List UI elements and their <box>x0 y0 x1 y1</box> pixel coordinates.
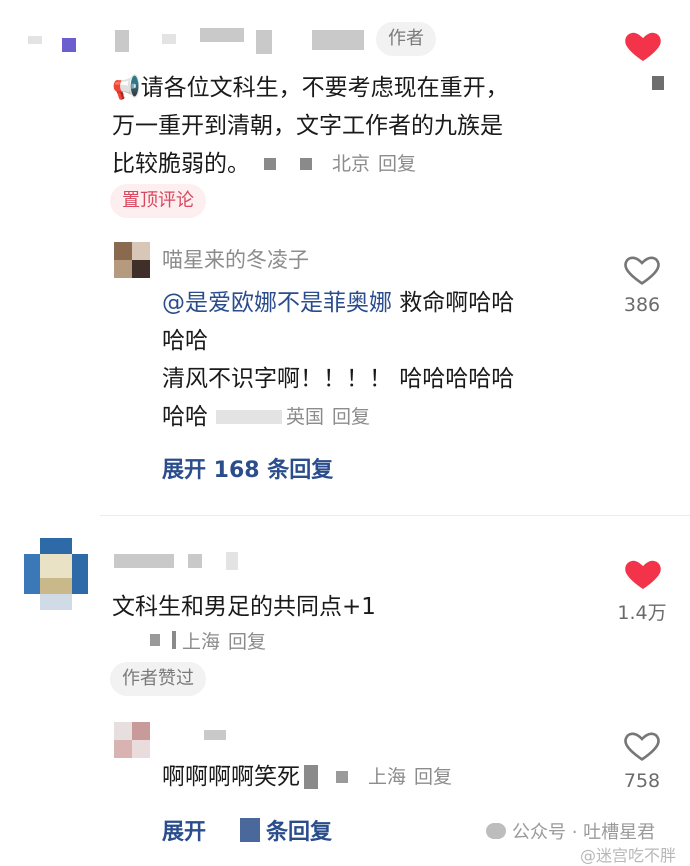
avatar[interactable] <box>114 722 150 758</box>
expand-label: 展开 <box>162 820 207 845</box>
reply-button[interactable]: 回复 <box>414 758 452 796</box>
reply-line-text: 哈哈 <box>162 404 208 430</box>
username-redacted[interactable] <box>115 30 129 52</box>
watermark-site: @迷宫吃不胖 <box>580 846 677 865</box>
like-heart-icon[interactable] <box>623 554 663 594</box>
username-redacted <box>200 28 244 42</box>
time-redacted <box>172 631 176 649</box>
count-redacted <box>240 818 261 842</box>
username-redacted <box>312 30 364 50</box>
comment-line: 比较脆弱的。 北京 回复 <box>112 145 612 183</box>
time-redacted <box>336 771 348 783</box>
comment-2: 文科生和男足的共同点+1 上海 回复 作者赞过 1.4万 啊啊啊啊笑死 上海 回… <box>0 516 690 864</box>
location-label: 北京 <box>332 153 371 175</box>
author-tag: 作者 <box>376 22 436 56</box>
avatar[interactable] <box>24 538 88 610</box>
comment-meta: 上海 回复 <box>150 626 266 654</box>
location-label: 上海 <box>368 766 407 788</box>
username-redacted <box>162 34 176 44</box>
time-redacted <box>150 634 160 646</box>
avatar[interactable] <box>62 38 76 52</box>
time-redacted <box>264 158 276 170</box>
reply-line: 清风不识字啊！！！！ 哈哈哈哈哈 <box>162 366 515 392</box>
like-count: 758 <box>623 770 661 792</box>
comment-text: 📢请各位文科生，不要考虑现在重开， 万一重开到清朝，文字工作者的九族是 比较脆弱… <box>112 69 612 183</box>
reply-line: 哈哈 英国 回复 <box>162 398 612 436</box>
reply-2: 啊啊啊啊笑死 上海 回复 758 <box>0 712 690 832</box>
wechat-icon <box>486 823 506 839</box>
avatar <box>28 36 42 44</box>
location-label: 英国 <box>286 406 325 428</box>
username-redacted <box>226 552 238 570</box>
like-heart-outline-icon[interactable] <box>622 726 662 766</box>
like-count: 1.4万 <box>617 602 667 624</box>
reply-line-text: 救命啊哈哈 <box>392 290 515 316</box>
reply-line-text: 啊啊啊啊笑死 <box>162 764 300 790</box>
reply-button[interactable]: 回复 <box>228 627 266 654</box>
comment-line: 万一重开到清朝，文字工作者的九族是 <box>112 113 503 139</box>
time-redacted <box>300 158 312 170</box>
time-redacted <box>216 410 282 424</box>
like-count-redacted <box>652 76 664 90</box>
comment-line: 📢请各位文科生，不要考虑现在重开， <box>112 75 509 101</box>
like-count: 386 <box>623 294 661 316</box>
reply-text: 啊啊啊啊笑死 上海 回复 <box>162 758 452 796</box>
username-redacted <box>188 554 202 568</box>
comment-1: 作者 📢请各位文科生，不要考虑现在重开， 万一重开到清朝，文字工作者的九族是 比… <box>0 0 690 515</box>
username-redacted[interactable] <box>204 730 226 740</box>
reply-line: @是爱欧娜不是菲奥娜 救命啊哈哈 <box>162 284 612 322</box>
comment-line-text: 比较脆弱的。 <box>112 151 250 177</box>
username-redacted[interactable] <box>114 554 174 568</box>
reply-button[interactable]: 回复 <box>378 145 416 183</box>
reply-text: @是爱欧娜不是菲奥娜 救命啊哈哈 哈哈 清风不识字啊！！！！ 哈哈哈哈哈 哈哈 … <box>162 284 612 436</box>
location-label: 上海 <box>182 630 221 653</box>
mention-link[interactable]: @是爱欧娜不是菲奥娜 <box>162 290 392 316</box>
author-liked-tag: 作者赞过 <box>110 662 206 696</box>
watermark: 公众号 · 吐槽星君 <box>486 818 655 844</box>
like-heart-icon[interactable] <box>623 26 663 66</box>
watermark-account: 公众号 · 吐槽星君 <box>512 822 656 843</box>
time-redacted <box>304 765 318 789</box>
comment-text: 文科生和男足的共同点+1 <box>112 594 376 620</box>
reply-button[interactable]: 回复 <box>332 398 370 436</box>
reply-1: 喵星来的冬凌子 @是爱欧娜不是菲奥娜 救命啊哈哈 哈哈 清风不识字啊！！！！ 哈… <box>0 232 690 432</box>
expand-replies-link[interactable]: 展开 条回复 <box>162 814 332 846</box>
expand-label: 条回复 <box>266 820 333 845</box>
avatar[interactable] <box>114 242 150 278</box>
username-redacted <box>256 30 272 54</box>
pinned-tag: 置顶评论 <box>110 184 206 218</box>
like-heart-outline-icon[interactable] <box>622 250 662 290</box>
reply-line: 哈哈 <box>162 328 208 354</box>
reply-author[interactable]: 喵星来的冬凌子 <box>162 244 309 274</box>
expand-replies-link[interactable]: 展开 168 条回复 <box>162 452 333 484</box>
